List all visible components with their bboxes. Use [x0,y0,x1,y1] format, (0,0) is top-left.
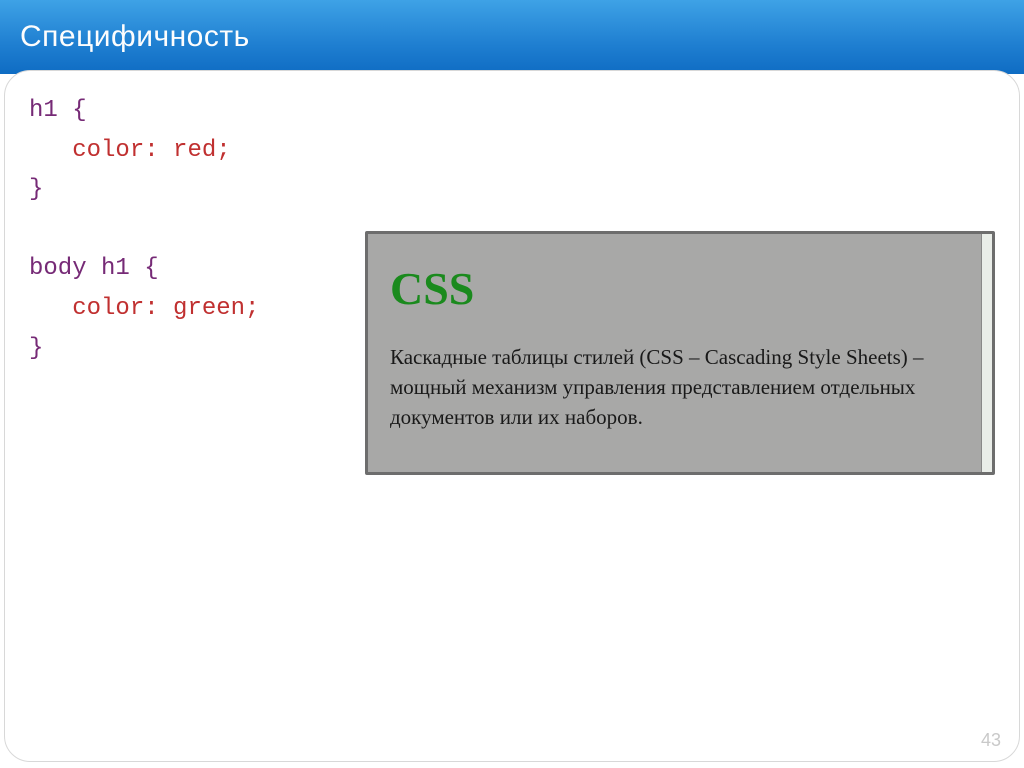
slide-title: Специфичность [20,20,250,54]
code-declaration-2: color: green; [72,295,259,322]
rendered-example: CSS Каскадные таблицы стилей (CSS – Casc… [365,231,995,475]
example-scrollbar [981,234,992,472]
open-brace-2: { [144,255,158,282]
code-declaration-1: color: red; [72,137,230,164]
page-number: 43 [981,730,1001,751]
slide: Специфичность h1 { color: red; } body h1… [0,0,1024,768]
slide-body: h1 { color: red; } body h1 { color: gree… [4,70,1020,762]
code-selector-2: body h1 [29,255,130,282]
example-paragraph: Каскадные таблицы стилей (CSS – Cascadin… [390,343,970,432]
example-heading: CSS [390,262,970,315]
title-bar: Специфичность [0,0,1024,74]
open-brace-1: { [72,97,86,124]
close-brace-2: } [29,335,43,362]
code-selector-1: h1 [29,97,58,124]
close-brace-1: } [29,176,43,203]
